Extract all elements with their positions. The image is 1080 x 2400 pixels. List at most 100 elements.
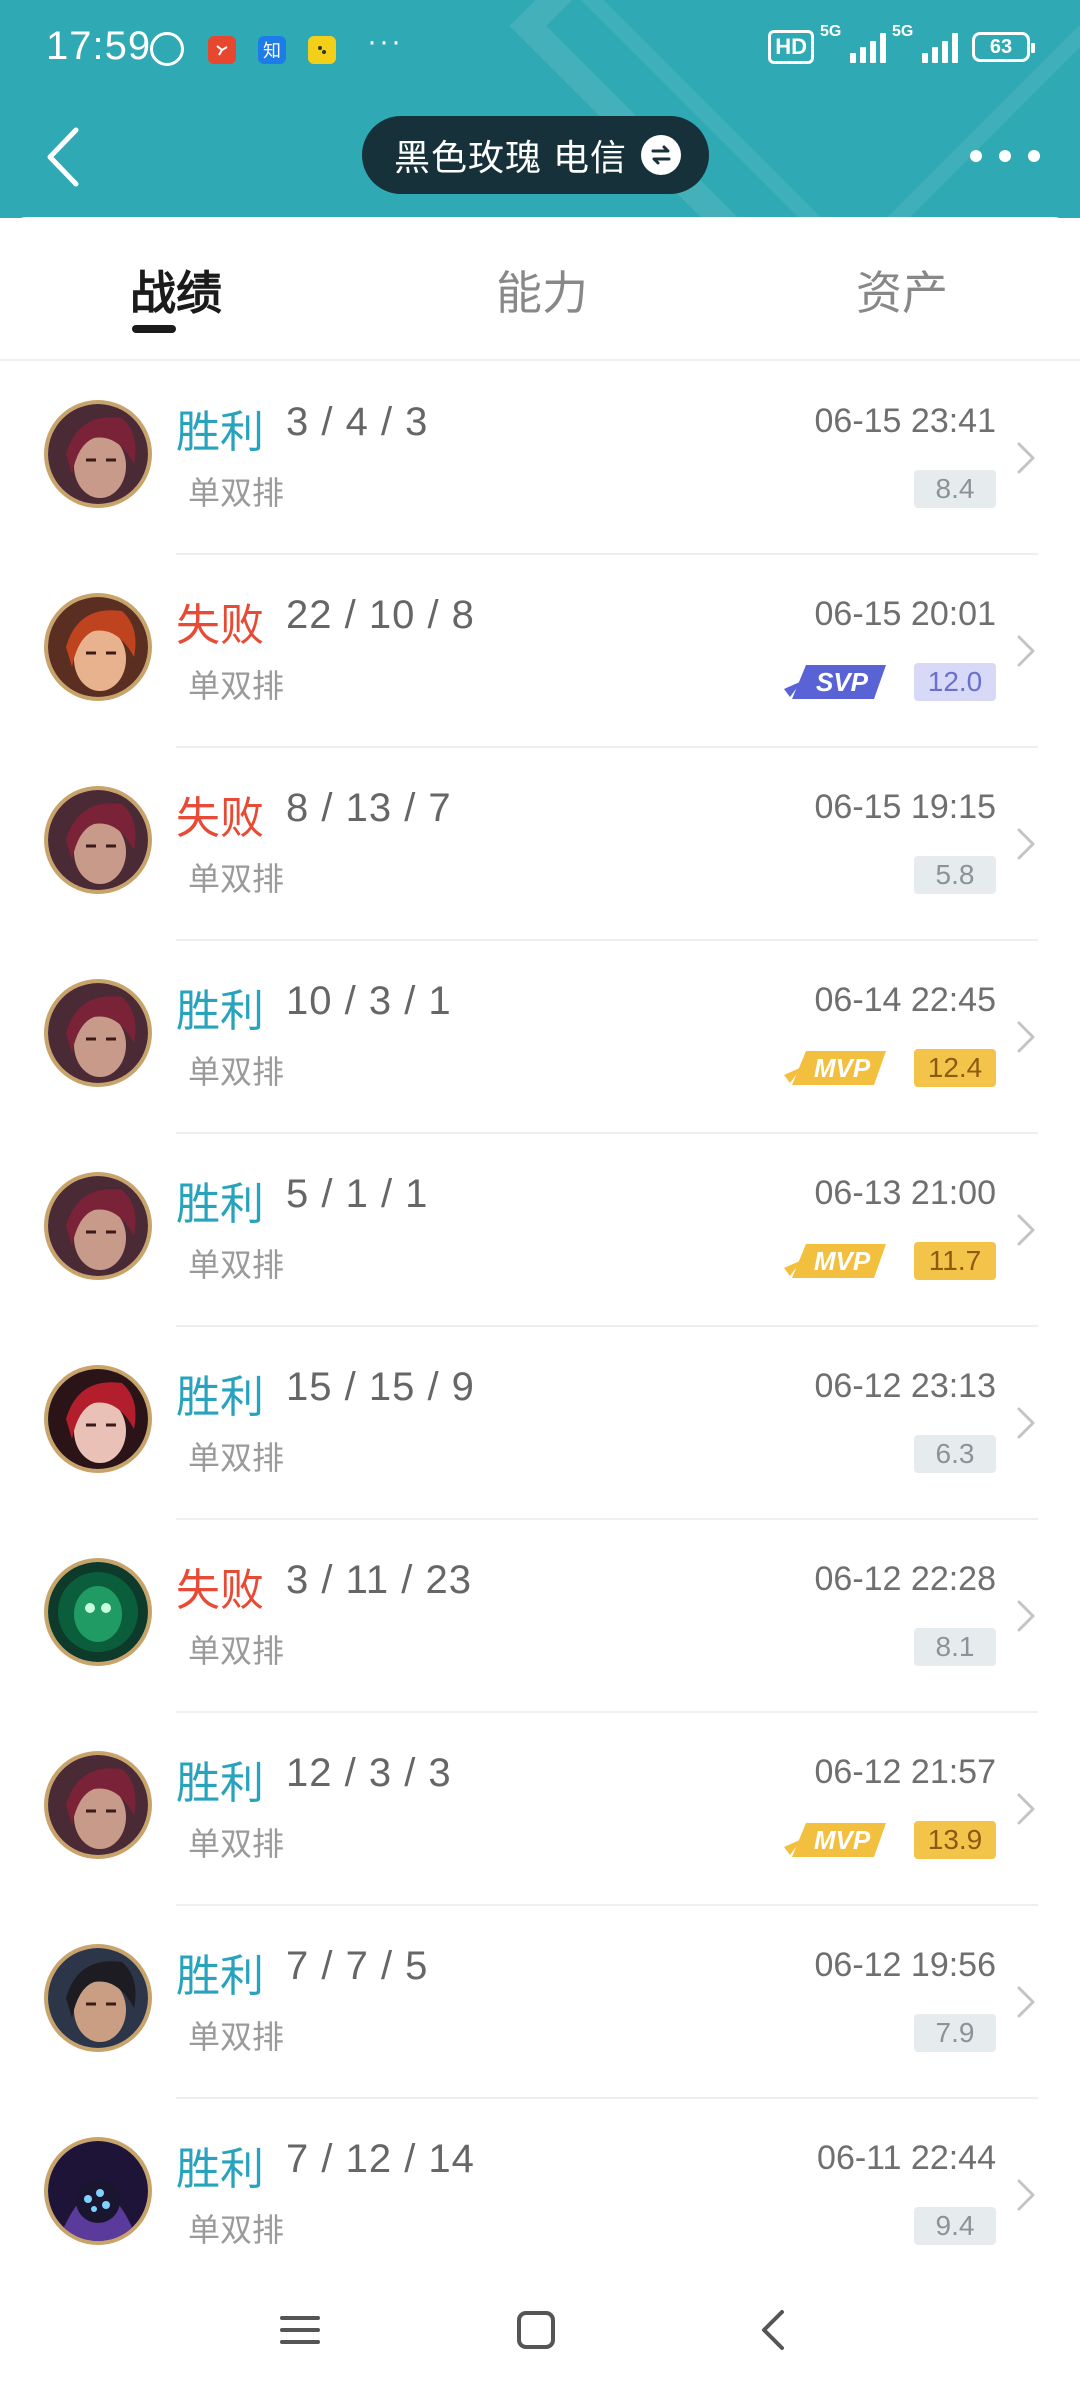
chevron-right-icon — [1017, 1793, 1035, 1825]
match-mode: 单双排 — [188, 1054, 285, 1090]
more-dots-icon — [1028, 150, 1040, 162]
match-kda: 8 / 13 / 7 — [286, 786, 452, 830]
more-dots-icon — [970, 150, 982, 162]
champion-avatar — [44, 400, 152, 508]
menu-icon[interactable] — [278, 2308, 322, 2352]
match-score: 6.3 — [914, 1435, 996, 1473]
match-result: 胜利 — [176, 408, 264, 457]
champion-portrait-c-icon — [48, 1369, 148, 1469]
champion-portrait-a-icon — [48, 404, 148, 504]
chevron-right-icon — [1017, 442, 1035, 474]
champion-portrait-b-icon — [48, 597, 148, 697]
match-result: 胜利 — [176, 1180, 264, 1229]
match-mode: 单双排 — [188, 668, 285, 704]
back-button[interactable] — [40, 122, 90, 192]
match-date: 06-15 20:01 — [814, 595, 997, 633]
match-mode: 单双排 — [188, 861, 285, 897]
match-score: 12.0 — [914, 663, 996, 701]
match-row[interactable]: 胜利 3 / 4 / 3 单双排 06-15 23:41 8.4 — [0, 362, 1080, 555]
match-score: 5.8 — [914, 856, 996, 894]
chevron-right-icon — [1017, 1214, 1035, 1246]
match-result: 胜利 — [176, 1759, 264, 1808]
battery-icon: 63 — [972, 32, 1035, 62]
match-result: 失败 — [176, 1566, 264, 1615]
tab-assets[interactable]: 资产 — [856, 257, 948, 323]
match-row[interactable]: 失败 8 / 13 / 7 单双排 06-15 19:15 5.8 — [0, 748, 1080, 941]
match-score: 8.1 — [914, 1628, 996, 1666]
champion-avatar — [44, 1365, 152, 1473]
match-date: 06-15 23:41 — [814, 402, 997, 440]
match-mode: 单双排 — [188, 475, 285, 511]
champion-portrait-f-icon — [48, 2141, 148, 2241]
champion-avatar — [44, 2137, 152, 2245]
network-type-label: 5G — [820, 23, 842, 40]
match-row[interactable]: 胜利 10 / 3 / 1 单双排 06-14 22:45 MVP 12.4 — [0, 941, 1080, 1134]
match-date: 06-12 21:57 — [814, 1753, 997, 1791]
hd-voice-icon: HD — [768, 30, 814, 64]
mvp-badge-icon: MVP — [782, 1045, 890, 1091]
match-result: 胜利 — [176, 987, 264, 1036]
tab-ability[interactable]: 能力 — [496, 257, 588, 323]
notification-app-icon — [208, 36, 236, 64]
network-type-label: 5G — [892, 23, 914, 40]
match-score: 13.9 — [914, 1821, 996, 1859]
tab-record[interactable]: 战绩 — [130, 257, 222, 323]
match-kda: 22 / 10 / 8 — [286, 593, 475, 637]
mvp-badge-icon: MVP — [782, 1238, 890, 1284]
match-date: 06-14 22:45 — [814, 981, 997, 1019]
more-options-button[interactable] — [970, 136, 1040, 176]
match-date: 06-12 23:13 — [814, 1367, 997, 1405]
notification-app-icon: 知 — [258, 36, 286, 64]
chevron-right-icon — [1017, 1407, 1035, 1439]
status-right: HD 5G 5G 63 — [768, 23, 1035, 64]
status-bar: 17:59 知 ··· HD 5G 5G 63 — [0, 0, 1080, 100]
match-row[interactable]: 胜利 12 / 3 / 3 单双排 06-12 21:57 MVP 13.9 — [0, 1713, 1080, 1906]
notification-app-icon — [308, 36, 336, 64]
account-switcher[interactable]: 黑色玫瑰 电信 — [362, 116, 710, 194]
match-list: 胜利 3 / 4 / 3 单双排 06-15 23:41 8.4 失败 22 /… — [0, 362, 1080, 2292]
champion-avatar — [44, 786, 152, 894]
match-row[interactable]: 胜利 7 / 7 / 5 单双排 06-12 19:56 7.9 — [0, 1906, 1080, 2099]
chevron-right-icon — [1017, 1600, 1035, 1632]
account-name: 黑色玫瑰 电信 — [394, 137, 628, 178]
match-row[interactable]: 胜利 15 / 15 / 9 单双排 06-12 23:13 6.3 — [0, 1327, 1080, 1520]
champion-avatar — [44, 1751, 152, 1859]
svg-text:MVP: MVP — [814, 1246, 871, 1276]
match-date: 06-12 22:28 — [814, 1560, 997, 1598]
champion-avatar — [44, 1558, 152, 1666]
active-tab-indicator — [132, 325, 176, 333]
champion-avatar — [44, 593, 152, 701]
match-mode: 单双排 — [188, 1440, 285, 1476]
match-score: 8.4 — [914, 470, 996, 508]
chevron-right-icon — [1017, 2179, 1035, 2211]
match-date: 06-13 21:00 — [814, 1174, 997, 1212]
champion-portrait-a-icon — [48, 1176, 148, 1276]
home-square-icon[interactable] — [514, 2308, 558, 2352]
match-result: 胜利 — [176, 1952, 264, 2001]
match-mode: 单双排 — [188, 2212, 285, 2248]
match-kda: 7 / 12 / 14 — [286, 2137, 475, 2181]
champion-portrait-a-icon — [48, 983, 148, 1083]
alarm-icon — [150, 32, 184, 66]
match-row[interactable]: 胜利 7 / 12 / 14 单双排 06-11 22:44 9.4 — [0, 2099, 1080, 2292]
match-mode: 单双排 — [188, 1247, 285, 1283]
match-row[interactable]: 失败 3 / 11 / 23 单双排 06-12 22:28 8.1 — [0, 1520, 1080, 1713]
match-mode: 单双排 — [188, 1633, 285, 1669]
champion-avatar — [44, 1944, 152, 2052]
match-score: 11.7 — [914, 1242, 996, 1280]
match-result: 胜利 — [176, 2145, 264, 2194]
more-notifications-icon: ··· — [367, 25, 403, 58]
signal-icon: 5G — [892, 23, 958, 63]
chevron-right-icon — [1017, 635, 1035, 667]
champion-avatar — [44, 979, 152, 1087]
champion-avatar — [44, 1172, 152, 1280]
back-chevron-icon[interactable] — [752, 2308, 796, 2352]
svg-text:MVP: MVP — [814, 1053, 871, 1083]
match-row[interactable]: 失败 22 / 10 / 8 单双排 06-15 20:01 SVP 12.0 — [0, 555, 1080, 748]
svp-badge-icon: SVP — [782, 659, 890, 705]
match-result: 失败 — [176, 601, 264, 650]
match-row[interactable]: 胜利 5 / 1 / 1 单双排 06-13 21:00 MVP 11.7 — [0, 1134, 1080, 1327]
champion-portrait-d-icon — [48, 1562, 148, 1662]
match-kda: 10 / 3 / 1 — [286, 979, 452, 1023]
match-kda: 12 / 3 / 3 — [286, 1751, 452, 1795]
